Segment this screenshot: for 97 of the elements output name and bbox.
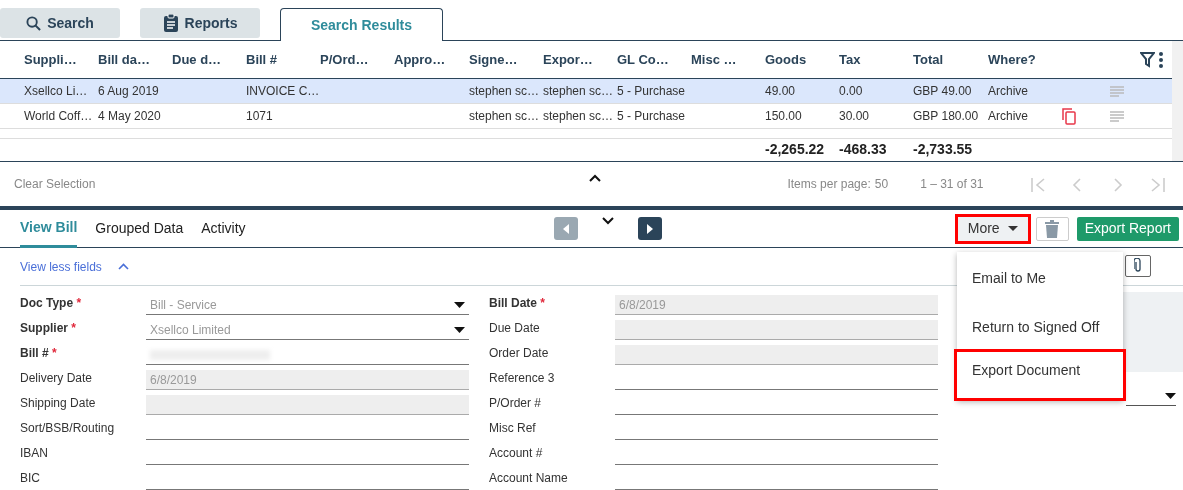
view-less-fields-link[interactable]: View less fields <box>20 257 102 276</box>
field-label: Supplier <box>20 321 68 335</box>
previous-button[interactable] <box>553 217 578 240</box>
field-label: BIC <box>20 470 41 487</box>
field-label: Delivery Date <box>20 370 94 387</box>
field-label: Misc Ref <box>489 420 537 437</box>
required-asterisk: * <box>76 296 82 310</box>
triangle-left-icon <box>562 223 569 234</box>
table-cell: stephen sc… <box>469 83 540 98</box>
table-cell: stephen sc… <box>543 108 614 123</box>
attach-button[interactable] <box>1125 254 1151 277</box>
collapse-down-icon[interactable] <box>601 217 614 226</box>
table-cell: stephen sc… <box>543 83 614 98</box>
table-cell: INVOICE C… <box>246 83 320 98</box>
column-header[interactable]: Where? <box>988 41 1062 78</box>
field-label: Sort/BSB/Routing <box>20 420 116 437</box>
trash-icon <box>1045 219 1060 238</box>
field-label: Bill # <box>20 346 49 360</box>
table-cell: 1071 <box>246 108 273 123</box>
more-dropdown-button[interactable]: More <box>957 216 1028 241</box>
collapse-up-icon[interactable] <box>589 173 602 182</box>
table-cell: 150.00 <box>765 108 802 123</box>
tab[interactable]: Activity <box>201 209 246 248</box>
items-per-page-select[interactable]: 50 <box>874 175 889 193</box>
caret-icon <box>1165 392 1176 399</box>
table-cell: World Coff… <box>24 108 93 123</box>
required-asterisk: * <box>540 296 546 310</box>
total-value: -2,265.22 <box>765 140 825 157</box>
tab[interactable]: Reports <box>140 8 260 38</box>
column-header[interactable]: Goods <box>765 41 839 78</box>
column-header[interactable]: Tax <box>839 41 913 78</box>
table-cell: stephen sc… <box>469 108 540 123</box>
menu-item[interactable]: Email to Me <box>957 254 1123 303</box>
column-header[interactable]: Due d… <box>172 41 246 78</box>
column-header[interactable]: Bill da… <box>98 41 172 78</box>
page-range: 1 – 31 of 31 <box>920 176 984 193</box>
tab[interactable]: Search Results <box>280 8 443 41</box>
column-header[interactable]: Appro… <box>394 41 469 78</box>
menu-item[interactable]: Return to Signed Off <box>957 303 1123 352</box>
menu-item[interactable]: Export Document <box>957 352 1123 398</box>
search-icon <box>26 15 42 31</box>
field-label: Account Name <box>489 470 569 487</box>
export-report-button[interactable]: Export Report <box>1076 216 1179 241</box>
caret-icon <box>454 326 465 333</box>
clear-selection-link[interactable]: Clear Selection <box>14 175 96 193</box>
delete-button[interactable] <box>1035 216 1069 241</box>
tab[interactable]: Grouped Data <box>95 209 184 248</box>
tab[interactable]: Search <box>0 8 120 38</box>
caret-icon <box>1007 226 1018 231</box>
field-label: IBAN <box>20 445 49 462</box>
column-header[interactable]: Total <box>913 41 988 78</box>
column-header[interactable]: Signe… <box>469 41 543 78</box>
next-button[interactable] <box>637 217 662 240</box>
field-label: Shipping Date <box>20 395 97 412</box>
table-cell: 4 May 2020 <box>98 108 161 123</box>
input-field[interactable] <box>615 345 938 365</box>
more-options-icon[interactable] <box>1158 52 1163 69</box>
field-label: Due Date <box>489 320 541 337</box>
table-cell: 49.00 <box>765 83 796 98</box>
table-cell: 5 - Purchase <box>617 108 686 123</box>
required-asterisk: * <box>71 321 77 335</box>
items-per-page-label: Items per page: <box>787 176 871 193</box>
field-label: P/Order # <box>489 395 543 412</box>
tab[interactable]: View Bill <box>20 209 78 248</box>
copy-icon[interactable] <box>1062 107 1076 125</box>
scrollbar[interactable] <box>1172 41 1183 161</box>
field-label: Doc Type <box>20 296 74 310</box>
field-label: Account # <box>489 445 544 462</box>
table-cell: GBP 180.00 <box>913 108 979 123</box>
table-cell: Archive <box>988 108 1028 123</box>
table-cell: 5 - Purchase <box>617 83 686 98</box>
field-label: Order Date <box>489 345 550 362</box>
filter-icon[interactable] <box>1140 52 1155 69</box>
triangle-right-icon <box>646 223 653 234</box>
total-value: -2,733.55 <box>913 140 973 157</box>
column-header[interactable]: Misc … <box>691 41 765 78</box>
table-cell: 30.00 <box>839 108 870 123</box>
total-value: -468.33 <box>839 140 887 157</box>
field-label: Reference 3 <box>489 370 556 387</box>
column-header[interactable]: Suppli… <box>24 41 98 78</box>
clipboard-icon <box>162 14 179 32</box>
input-field[interactable] <box>615 320 938 340</box>
input-field[interactable] <box>146 395 469 415</box>
column-header[interactable]: Expor… <box>543 41 617 78</box>
column-header[interactable]: Bill # <box>246 41 320 78</box>
table-cell: 6 Aug 2019 <box>98 83 159 98</box>
table-cell: GBP 49.00 <box>913 83 972 98</box>
paperclip-icon <box>1134 258 1142 273</box>
column-header[interactable]: P/Ord… <box>320 41 394 78</box>
chevron-up-icon[interactable] <box>117 263 129 270</box>
table-cell: Archive <box>988 83 1028 98</box>
column-header[interactable]: GL Co… <box>617 41 691 78</box>
field-label: Bill Date <box>489 296 537 310</box>
caret-icon <box>454 301 465 308</box>
table-cell: 0.00 <box>839 83 863 98</box>
table-cell: Xsellco Li… <box>24 83 88 98</box>
required-asterisk: * <box>52 346 57 360</box>
